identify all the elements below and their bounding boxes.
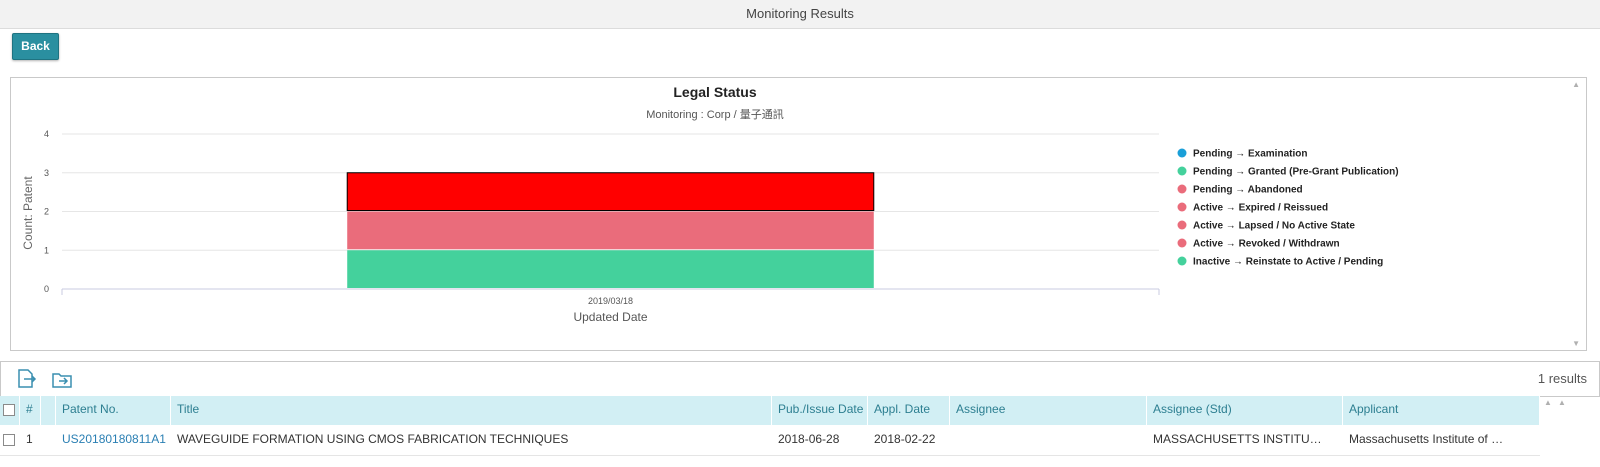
table-scrollbar[interactable]: ▲ ▲ bbox=[1541, 396, 1569, 456]
folder-export-icon[interactable] bbox=[51, 368, 73, 390]
column-header-index[interactable]: # bbox=[20, 396, 41, 425]
row-checkbox[interactable] bbox=[3, 434, 15, 446]
chart-scroll-up-icon[interactable]: ▲ bbox=[1572, 80, 1580, 89]
bar-segment bbox=[347, 211, 874, 250]
results-toolbar: 1 results bbox=[0, 361, 1600, 397]
back-button[interactable]: Back bbox=[12, 33, 59, 60]
select-all-checkbox[interactable] bbox=[3, 404, 15, 416]
column-header-applicant[interactable]: Applicant bbox=[1343, 396, 1540, 425]
table-header-row: # Patent No. Title Pub./Issue Date Appl.… bbox=[0, 396, 1540, 425]
bar-segment-highlight bbox=[346, 172, 875, 211]
export-file-icon[interactable] bbox=[15, 368, 37, 390]
column-header-appl-date[interactable]: Appl. Date bbox=[868, 396, 950, 425]
assignee bbox=[950, 426, 1147, 455]
row-select-cell bbox=[0, 426, 20, 455]
window-title: Monitoring Results bbox=[0, 0, 1600, 29]
row-index: 1 bbox=[26, 432, 33, 446]
legend-item: Pending → Granted (Pre-Grant Publication… bbox=[1193, 167, 1399, 178]
y-axis-label: Count: Patent bbox=[21, 176, 35, 250]
assignee-std: MASSACHUSETTS INSTITU… bbox=[1153, 432, 1322, 446]
legend-marker bbox=[1177, 148, 1187, 158]
legend-marker bbox=[1177, 202, 1187, 212]
y-tick-label: 1 bbox=[44, 245, 49, 255]
legend-item: Pending → Abandoned bbox=[1193, 185, 1303, 196]
y-tick-label: 2 bbox=[44, 207, 49, 217]
legend-marker bbox=[1177, 184, 1187, 194]
applicant: Massachusetts Institute of … bbox=[1349, 432, 1504, 446]
legend-item: Pending → Examination bbox=[1193, 149, 1307, 160]
chart-title: Legal Status bbox=[673, 84, 756, 100]
legend-item: Active → Lapsed / No Active State bbox=[1193, 221, 1355, 232]
legend-item: Inactive → Reinstate to Active / Pending bbox=[1193, 257, 1383, 268]
pub-date: 2018-06-28 bbox=[778, 432, 840, 446]
column-header-pub-date[interactable]: Pub./Issue Date bbox=[772, 396, 868, 425]
legend-marker bbox=[1177, 166, 1187, 176]
table-scroll-up-icon[interactable]: ▲ bbox=[1544, 398, 1552, 407]
legend-item: Active → Revoked / Withdrawn bbox=[1193, 239, 1340, 250]
chart-scroll-down-icon[interactable]: ▼ bbox=[1572, 339, 1580, 348]
legend-marker bbox=[1177, 256, 1187, 266]
patent-number-link[interactable]: US20180180811A1 bbox=[56, 426, 171, 455]
select-all-cell bbox=[0, 396, 20, 425]
table-row[interactable]: 1 US20180180811A1 WAVEGUIDE FORMATION US… bbox=[0, 426, 1540, 456]
chart-subtitle: Monitoring : Corp / 量子通訊 bbox=[646, 107, 784, 121]
column-header-assignee[interactable]: Assignee bbox=[950, 396, 1147, 425]
patent-title: WAVEGUIDE FORMATION USING CMOS FABRICATI… bbox=[177, 432, 569, 446]
legend-marker bbox=[1177, 238, 1187, 248]
results-count: 1 results bbox=[1537, 371, 1587, 386]
legend-item: Active → Expired / Reissued bbox=[1193, 203, 1328, 214]
table-scroll-up-alt-icon[interactable]: ▲ bbox=[1558, 398, 1566, 407]
column-header-spacer bbox=[41, 396, 56, 425]
column-header-assignee-std[interactable]: Assignee (Std) bbox=[1147, 396, 1343, 425]
appl-date: 2018-02-22 bbox=[874, 432, 936, 446]
y-tick-label: 0 bbox=[44, 284, 49, 294]
y-tick-label: 4 bbox=[44, 129, 49, 139]
column-header-patent-no[interactable]: Patent No. bbox=[56, 396, 171, 425]
x-tick-label: 2019/03/18 bbox=[588, 296, 633, 306]
column-header-title[interactable]: Title bbox=[171, 396, 772, 425]
x-axis-label: Updated Date bbox=[573, 310, 647, 324]
y-tick-label: 3 bbox=[44, 168, 49, 178]
legend-marker bbox=[1177, 220, 1187, 230]
legal-status-chart: Legal Status Monitoring : Corp / 量子通訊 0 1 2 3… bbox=[21, 84, 1399, 324]
chart-panel: Legal Status Monitoring : Corp / 量子通訊 0 1 2 3… bbox=[10, 77, 1587, 351]
bar-segment bbox=[347, 250, 874, 288]
